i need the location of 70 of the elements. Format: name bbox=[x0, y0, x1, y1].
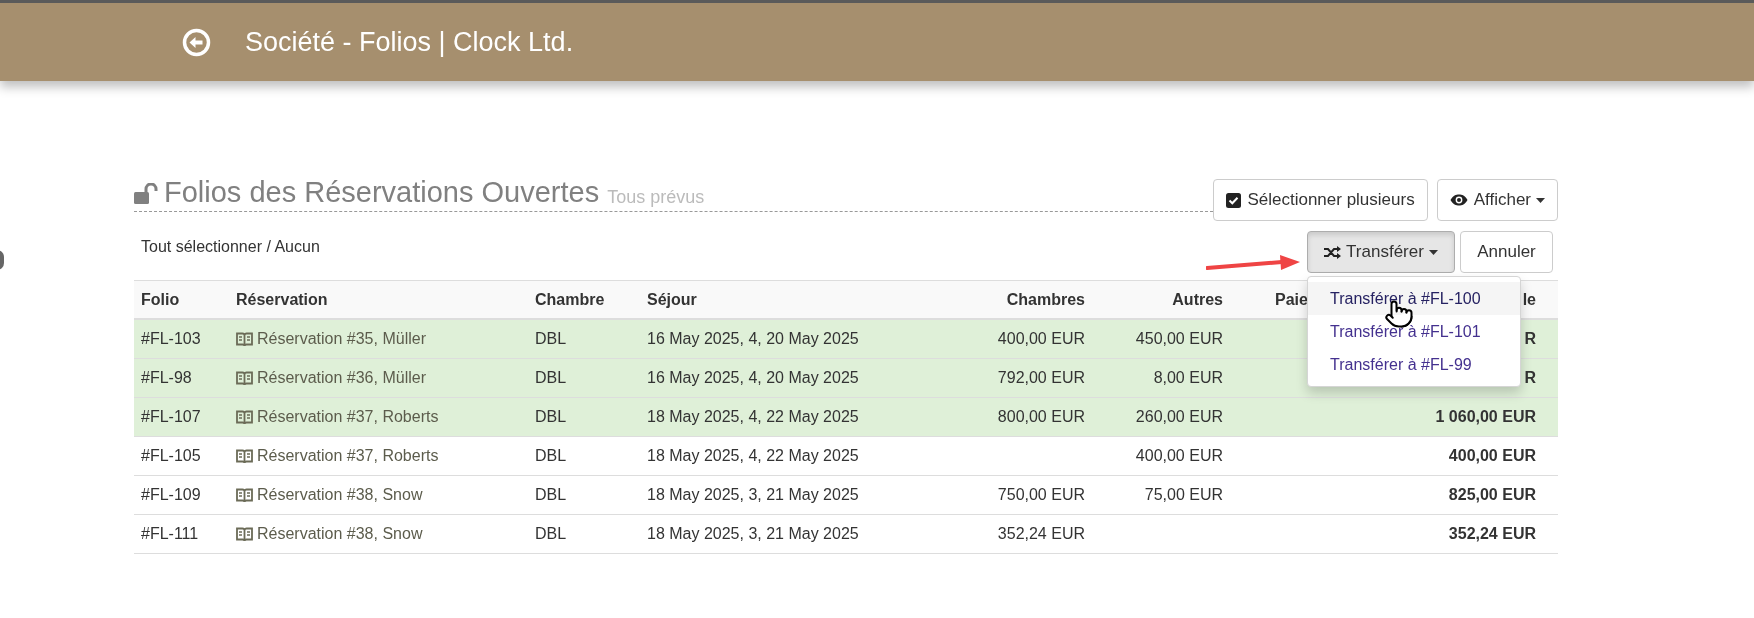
stay-cell-text: 16 May 2025, 4, 20 May 2025 bbox=[646, 368, 860, 388]
column-header: Chambre bbox=[535, 290, 605, 308]
book-icon bbox=[236, 487, 253, 503]
menu-item[interactable]: Transférer à #FL-100 bbox=[1308, 282, 1520, 315]
transfer-button[interactable]: Transférer bbox=[1307, 231, 1455, 273]
others-amount: 75,00 EUR bbox=[1144, 486, 1223, 503]
book-icon bbox=[236, 409, 253, 425]
rooms-amount: 352,24 EUR bbox=[997, 525, 1085, 542]
column-header: Chambres bbox=[1006, 290, 1085, 308]
back-icon[interactable] bbox=[182, 27, 211, 57]
unlock-icon bbox=[134, 183, 158, 205]
rooms-amount: 800,00 EUR bbox=[997, 408, 1085, 425]
reservation-link[interactable]: Réservation #37, Roberts bbox=[257, 444, 439, 468]
reservation-link[interactable]: Réservation #38, Snow bbox=[257, 483, 423, 507]
folio-cell-text: #FL-98 bbox=[140, 368, 193, 388]
rooms-amount: 792,00 EUR bbox=[997, 369, 1085, 386]
stay-cell-text: 18 May 2025, 3, 21 May 2025 bbox=[646, 485, 860, 505]
column-header: Réservation bbox=[236, 290, 328, 308]
eye-icon bbox=[1449, 194, 1468, 206]
room-cell-text: DBL bbox=[534, 368, 568, 388]
page-title: Société - Folios | Clock Ltd. bbox=[245, 25, 574, 59]
others-amount: 8,00 EUR bbox=[1153, 369, 1223, 386]
section-title: Folios des Réservations Ouvertes bbox=[164, 176, 600, 208]
total-amount: R bbox=[1524, 369, 1536, 386]
cancel-button[interactable]: Annuler bbox=[1460, 231, 1553, 273]
column-header: le bbox=[1522, 290, 1536, 308]
others-amount: 260,00 EUR bbox=[1135, 408, 1223, 425]
room-cell-text: DBL bbox=[534, 329, 568, 349]
total-amount: 352,24 EUR bbox=[1448, 525, 1536, 542]
section-subtitle: Tous prévus bbox=[607, 186, 705, 208]
column-header: Paie bbox=[1275, 290, 1308, 308]
folio-cell-text: #FL-105 bbox=[140, 446, 202, 466]
stay-cell-text: 18 May 2025, 4, 22 May 2025 bbox=[646, 407, 860, 427]
column-header: Séjour bbox=[647, 290, 697, 308]
checkbox-icon bbox=[1226, 192, 1242, 208]
column-header: Folio bbox=[141, 290, 180, 308]
rooms-amount: 400,00 EUR bbox=[997, 330, 1085, 347]
book-icon bbox=[236, 370, 253, 386]
others-amount: 400,00 EUR bbox=[1135, 447, 1223, 464]
select-all-link[interactable]: Tout sélectionner / Aucun bbox=[141, 235, 1206, 259]
total-amount: 400,00 EUR bbox=[1448, 447, 1536, 464]
total-amount: 1 060,00 EUR bbox=[1435, 408, 1536, 425]
folio-cell-text: #FL-103 bbox=[140, 329, 202, 349]
toolbar-button[interactable]: Sélectionner plusieurs bbox=[1213, 179, 1428, 221]
reservation-link[interactable]: Réservation #35, Müller bbox=[257, 327, 426, 351]
total-amount: R bbox=[1524, 330, 1536, 347]
folio-cell-text: #FL-111 bbox=[140, 524, 200, 544]
caret-icon bbox=[1428, 249, 1438, 255]
table-row[interactable]: #FL-107 Réservation #37, Roberts DBL 18 May 2025, 4, 22 May 2025 800,00 EUR 260,00 EUR 1 060,00 EUR bbox=[134, 398, 1558, 437]
others-amount: 450,00 EUR bbox=[1135, 330, 1223, 347]
book-icon bbox=[236, 526, 253, 542]
total-amount: 825,00 EUR bbox=[1448, 486, 1536, 503]
stay-cell-text: 18 May 2025, 4, 22 May 2025 bbox=[646, 446, 860, 466]
folio-cell-text: #FL-107 bbox=[140, 407, 202, 427]
reservation-link[interactable]: Réservation #36, Müller bbox=[257, 366, 426, 390]
room-cell-text: DBL bbox=[534, 485, 568, 505]
rooms-amount: 750,00 EUR bbox=[997, 486, 1085, 503]
column-header: Autres bbox=[1172, 290, 1223, 308]
room-cell-text: DBL bbox=[534, 446, 568, 466]
stay-cell-text: 18 May 2025, 3, 21 May 2025 bbox=[646, 524, 860, 544]
reservation-link[interactable]: Réservation #38, Snow bbox=[257, 522, 423, 546]
folio-cell-text: #FL-109 bbox=[140, 485, 202, 505]
room-cell-text: DBL bbox=[534, 524, 568, 544]
toolbar-button[interactable]: Afficher bbox=[1436, 179, 1558, 221]
shuffle-icon bbox=[1324, 245, 1342, 259]
book-icon bbox=[236, 331, 253, 347]
reservation-link[interactable]: Réservation #37, Roberts bbox=[257, 405, 439, 429]
book-icon bbox=[236, 448, 253, 464]
stay-cell-text: 16 May 2025, 4, 20 May 2025 bbox=[646, 329, 860, 349]
room-cell-text: DBL bbox=[534, 407, 568, 427]
